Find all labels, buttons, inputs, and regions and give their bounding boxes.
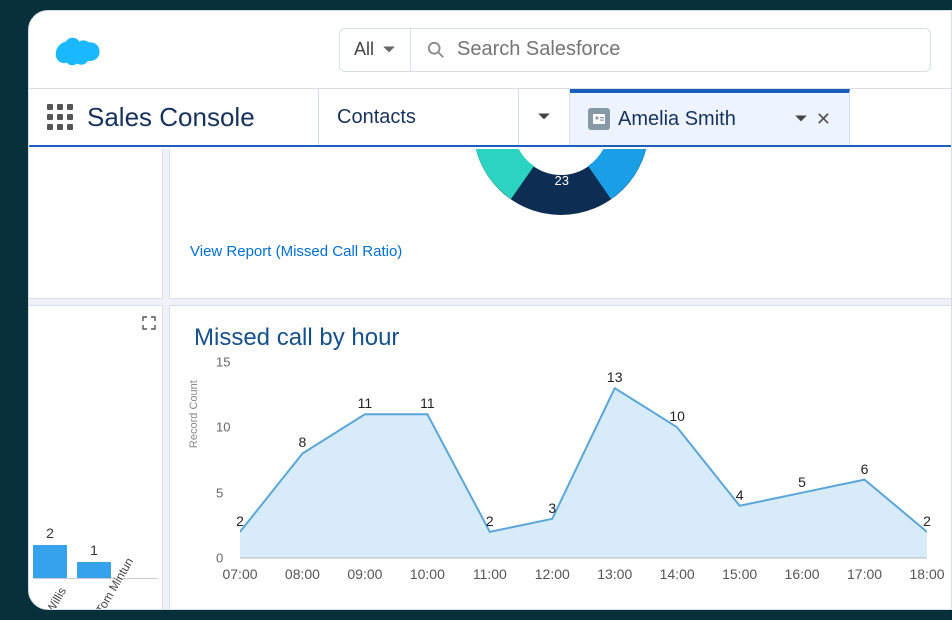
- global-search: All: [339, 28, 931, 72]
- x-tick-label: 11:00: [473, 566, 507, 582]
- y-axis-label: Record Count: [188, 380, 200, 448]
- close-icon[interactable]: ✕: [816, 109, 831, 130]
- data-point-label: 2: [236, 513, 244, 529]
- data-point-label: 2: [486, 513, 494, 529]
- x-tick-label: 15:00: [722, 566, 757, 582]
- nav-bar: Sales Console Contacts Amelia Smith ✕: [29, 89, 951, 147]
- data-point-label: 10: [669, 408, 685, 424]
- data-point-label: 8: [299, 434, 307, 450]
- search-input[interactable]: [457, 38, 914, 61]
- search-icon: [427, 41, 445, 59]
- salesforce-cloud-logo: [49, 28, 103, 72]
- chart-title: Missed call by hour: [194, 324, 927, 352]
- bar-col-2: 1: [77, 542, 111, 579]
- area-chart: Record Count 207:00808:001109:001110:002…: [194, 362, 927, 602]
- card-missed-call-by-hour: Missed call by hour Record Count 2 07:00 8…: [169, 305, 951, 609]
- nav-tab-label: Contacts: [337, 106, 416, 129]
- data-point-label: 11: [420, 395, 435, 411]
- chart-plot-area: 207:00808:001109:001110:00211:00312:0013…: [240, 362, 927, 582]
- nav-tab-label: Amelia Smith: [618, 108, 736, 131]
- global-header: All: [29, 11, 951, 89]
- contact-card-icon: [588, 108, 610, 130]
- app-switcher-region: Sales Console: [29, 89, 319, 145]
- x-tick-label: 09:00: [347, 566, 382, 582]
- donut-center-label: 23: [555, 173, 569, 188]
- donut-chart-fragment: 23: [441, 149, 681, 242]
- data-point-label: 5: [798, 473, 806, 489]
- bar-rect: [77, 562, 111, 579]
- data-point-label: 13: [607, 369, 623, 385]
- card-bottom-left-bars: 2 1 Willis Tom Mintun: [29, 305, 163, 609]
- bar-value: 1: [90, 542, 98, 558]
- x-tick-label: 13:00: [597, 566, 632, 582]
- data-point-label: 4: [736, 487, 744, 503]
- mini-bar-x-labels: Willis Tom Mintun: [29, 591, 162, 605]
- bar-value: 2: [46, 525, 54, 541]
- bar-rect: [33, 545, 67, 579]
- search-box[interactable]: [411, 28, 931, 72]
- data-point-label: 6: [861, 460, 869, 476]
- card-top-left-partial: [29, 149, 163, 299]
- x-tick-label: 12:00: [535, 566, 570, 582]
- chevron-down-icon[interactable]: [794, 112, 808, 126]
- view-report-link[interactable]: View Report (Missed Call Ratio): [190, 243, 402, 260]
- mini-bar-chart: 2 1: [33, 469, 158, 579]
- nav-tab-contacts-dropdown[interactable]: [519, 89, 570, 145]
- bar-col-1: 2: [33, 525, 67, 579]
- search-scope-label: All: [354, 39, 374, 60]
- x-tick-label: 14:00: [660, 566, 695, 582]
- nav-tab-contacts[interactable]: Contacts: [319, 89, 519, 145]
- x-tick-label: 17:00: [847, 566, 882, 582]
- search-scope-button[interactable]: All: [339, 28, 411, 72]
- app-launcher-icon[interactable]: [47, 104, 73, 130]
- x-tick-label: 08:00: [285, 566, 320, 582]
- dashboard-body: 23 View Report (Missed Call Ratio) 2 1: [29, 149, 951, 609]
- x-label: Willis: [43, 585, 69, 609]
- chevron-down-icon: [537, 110, 551, 124]
- x-tick-label: 10:00: [410, 566, 445, 582]
- data-point-label: 3: [548, 500, 556, 516]
- card-missed-call-ratio: 23 View Report (Missed Call Ratio): [169, 149, 951, 299]
- expand-icon[interactable]: [142, 316, 156, 330]
- data-point-label: 2: [923, 513, 931, 529]
- app-name-label: Sales Console: [87, 102, 255, 133]
- data-point-label: 11: [358, 395, 373, 411]
- x-tick-label: 18:00: [909, 566, 944, 582]
- x-tick-label: 07:00: [222, 566, 257, 582]
- x-tick-label: 16:00: [785, 566, 820, 582]
- caret-down-icon: [382, 43, 396, 57]
- app-frame: All Sales Console Contacts: [28, 10, 952, 610]
- nav-tab-amelia-smith[interactable]: Amelia Smith ✕: [570, 89, 850, 145]
